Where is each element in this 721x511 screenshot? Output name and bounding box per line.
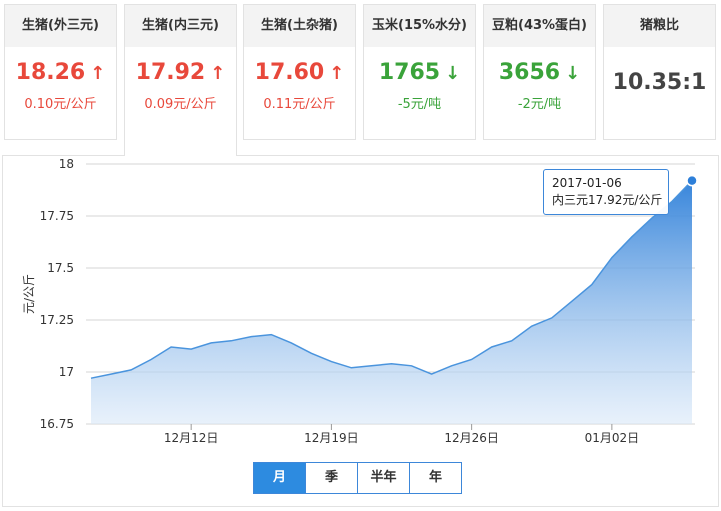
price-card[interactable]: 玉米(15%水分) 1765 ↓ -5元/吨 [363,4,476,140]
card-change: 0.09元/公斤 [144,97,217,112]
card-price-value: 3656 [498,60,561,85]
price-card[interactable]: 猪粮比 10.35:1 [603,4,716,140]
card-change: 0.11元/公斤 [263,97,336,112]
card-price: 3656 ↓ [484,59,595,87]
x-tick-label: 12月12日 [164,431,219,445]
chart-tooltip: 2017-01-06 内三元17.92元/公斤 [543,169,669,215]
card-change: -2元/吨 [517,97,562,112]
card-title: 玉米(15%水分) [364,5,475,47]
price-card[interactable]: 生猪(土杂猪) 17.60 ↑ 0.11元/公斤 [243,4,356,140]
range-tab[interactable]: 年 [409,462,462,494]
arrow-up-icon: ↑ [329,63,345,84]
y-tick-label: 17.5 [47,261,74,275]
x-tick-label: 12月26日 [444,431,499,445]
range-tabs: 月季半年年 [253,462,462,494]
card-price: 1765 ↓ [364,59,475,87]
series-area-fill [91,180,692,424]
tooltip-date: 2017-01-06 [552,176,622,190]
price-cards: 生猪(外三元) 18.26 ↑ 0.10元/公斤 生猪(内三元) 17.92 ↑ 0.09元/… [0,0,721,160]
arrow-down-icon: ↓ [565,63,581,84]
range-tab[interactable]: 半年 [357,462,410,494]
card-title: 生猪(土杂猪) [244,5,355,47]
card-change: -5元/吨 [397,97,442,112]
card-title: 猪粮比 [604,5,715,47]
range-tab[interactable]: 月 [253,462,306,494]
arrow-up-icon: ↑ [90,63,106,84]
arrow-down-icon: ↓ [445,63,461,84]
y-axis-label: 元/公斤 [22,274,36,314]
y-tick-label: 18 [59,157,74,171]
x-tick-label: 01月02日 [585,431,640,445]
card-price: 17.92 ↑ [125,59,236,87]
card-price-value: 18.26 [15,60,86,85]
card-price-value: 10.35:1 [612,70,707,95]
price-card[interactable]: 生猪(内三元) 17.92 ↑ 0.09元/公斤 [124,4,237,156]
y-tick-label: 17 [59,365,74,379]
range-tab[interactable]: 季 [305,462,358,494]
series-end-point [686,174,698,187]
card-price: 18.26 ↑ [5,59,116,87]
x-tick-label: 12月19日 [304,431,359,445]
card-price: 17.60 ↑ [244,59,355,87]
price-card[interactable]: 生猪(外三元) 18.26 ↑ 0.10元/公斤 [4,4,117,140]
price-card[interactable]: 豆粕(43%蛋白) 3656 ↓ -2元/吨 [483,4,596,140]
card-title: 生猪(外三元) [5,5,116,47]
card-price: 10.35:1 [604,69,715,97]
arrow-up-icon: ↑ [210,63,226,84]
card-title: 生猪(内三元) [125,5,236,47]
tooltip-value: 内三元17.92元/公斤 [552,193,663,207]
card-title: 豆粕(43%蛋白) [484,5,595,47]
card-price-value: 17.92 [135,60,206,85]
card-price-value: 1765 [378,60,441,85]
card-change: 0.10元/公斤 [24,97,97,112]
card-price-value: 17.60 [254,60,325,85]
y-tick-label: 17.25 [40,313,74,327]
y-tick-label: 16.75 [40,417,74,431]
y-tick-label: 17.75 [40,209,74,223]
